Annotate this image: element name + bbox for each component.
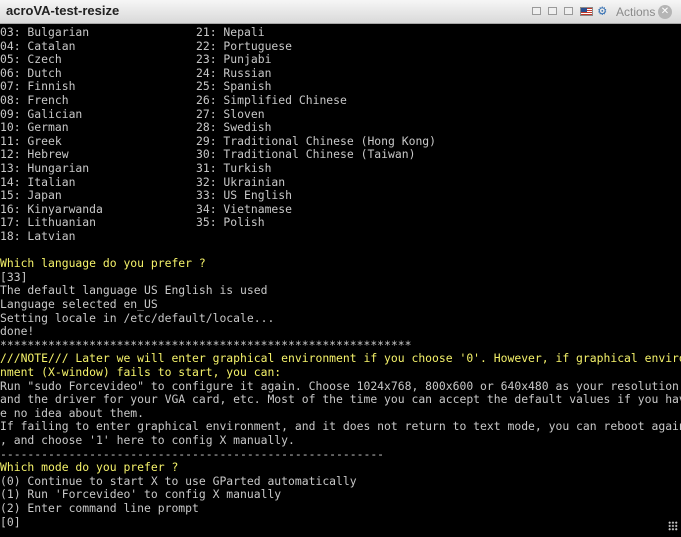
language-option-line: 28: Swedish	[196, 120, 272, 135]
language-option-line: 15: Japan	[0, 188, 62, 203]
language-option-line: 32: Ukrainian	[196, 174, 286, 189]
language-option-line: 22: Portuguese	[196, 38, 293, 53]
prompt-line: Which language do you prefer ?	[0, 256, 206, 271]
actions-menu-button[interactable]: Actions	[616, 5, 655, 19]
window-title: acroVA-test-resize	[6, 3, 120, 18]
output-line: The default language US English is used	[0, 283, 268, 298]
language-option-line: 14: Italian	[0, 174, 76, 189]
language-option-line: 34: Vietnamese	[196, 201, 293, 216]
flag-icon[interactable]	[580, 7, 593, 16]
language-option-line: 21: Nepali	[196, 25, 265, 39]
language-option-line: 03: Bulgarian	[0, 25, 90, 39]
language-option-line: 11: Greek	[0, 133, 62, 148]
output-line: [33]	[0, 269, 28, 284]
gear-icon[interactable]: ⚙	[598, 3, 606, 19]
language-option-line: 24: Russian	[196, 65, 272, 80]
language-option-line: 30: Traditional Chinese (Taiwan)	[196, 147, 416, 162]
output-line: (0) Continue to start X to use GParted a…	[0, 473, 357, 488]
language-option-line: 29: Traditional Chinese (Hong Kong)	[196, 133, 437, 148]
prompt-line: ///NOTE/// Later we will enter graphical…	[0, 351, 681, 366]
language-option-line: 08: French	[0, 93, 69, 107]
output-line: [0]	[0, 514, 21, 529]
language-option-line: 25: Spanish	[196, 79, 272, 94]
language-option-line: 18: Latvian	[0, 229, 76, 243]
output-line: Run "sudo Forcevideo" to configure it ag…	[0, 378, 679, 393]
prompt-line: nment (X-window) fails to start, you can…	[0, 365, 282, 379]
language-option-line: 09: Galician	[0, 106, 83, 121]
language-option-line: 23: Punjabi	[196, 52, 272, 67]
language-option-line: 33: US English	[196, 188, 293, 203]
language-option-line: 12: Hebrew	[0, 147, 69, 162]
language-option-line: 10: German	[0, 120, 69, 135]
language-option-line: 04: Catalan	[0, 38, 76, 53]
language-option-line: 16: Kinyarwanda	[0, 201, 103, 216]
close-icon[interactable]: ✕	[658, 5, 672, 19]
output-line: Setting locale in /etc/default/locale...	[0, 310, 275, 325]
output-line: If failing to enter graphical environmen…	[0, 419, 681, 434]
minimize-icon[interactable]	[532, 7, 541, 15]
output-line: done!	[0, 324, 35, 339]
language-option-line: 17: Lithuanian	[0, 215, 97, 230]
language-option-line: 31: Turkish	[196, 161, 272, 175]
terminal-console[interactable]: 03: Bulgarian 04: Catalan 05: Czech 06: Dut…	[0, 24, 681, 537]
language-option-line: 27: Sloven	[196, 106, 265, 121]
maximize-icon[interactable]	[548, 7, 557, 15]
output-line: and the driver for your VGA card, etc. M…	[0, 392, 681, 407]
language-option-line: 07: Finnish	[0, 79, 76, 94]
output-line: , and choose '1' here to config X manual…	[0, 433, 295, 447]
language-option-line: 13: Hungarian	[0, 161, 90, 175]
output-line: (2) Enter command line prompt	[0, 501, 199, 515]
language-option-line: 05: Czech	[0, 52, 62, 67]
output-line: e no idea about them.	[0, 405, 145, 420]
output-line: ****************************************…	[0, 337, 412, 352]
language-option-line: 35: Polish	[196, 215, 265, 230]
prompt-line: Which mode do you prefer ?	[0, 460, 179, 475]
window-titlebar: acroVA-test-resize ⚙ Actions ✕	[0, 0, 681, 24]
restore-icon[interactable]	[564, 7, 573, 15]
output-line: Language selected en_US	[0, 297, 158, 311]
output-line: ----------------------------------------…	[0, 446, 385, 461]
language-option-line: 26: Simplified Chinese	[196, 93, 347, 107]
output-line: (1) Run 'Forcevideo' to config X manuall…	[0, 487, 282, 502]
resize-grip-icon[interactable]	[668, 521, 678, 531]
language-option-line: 06: Dutch	[0, 65, 62, 80]
